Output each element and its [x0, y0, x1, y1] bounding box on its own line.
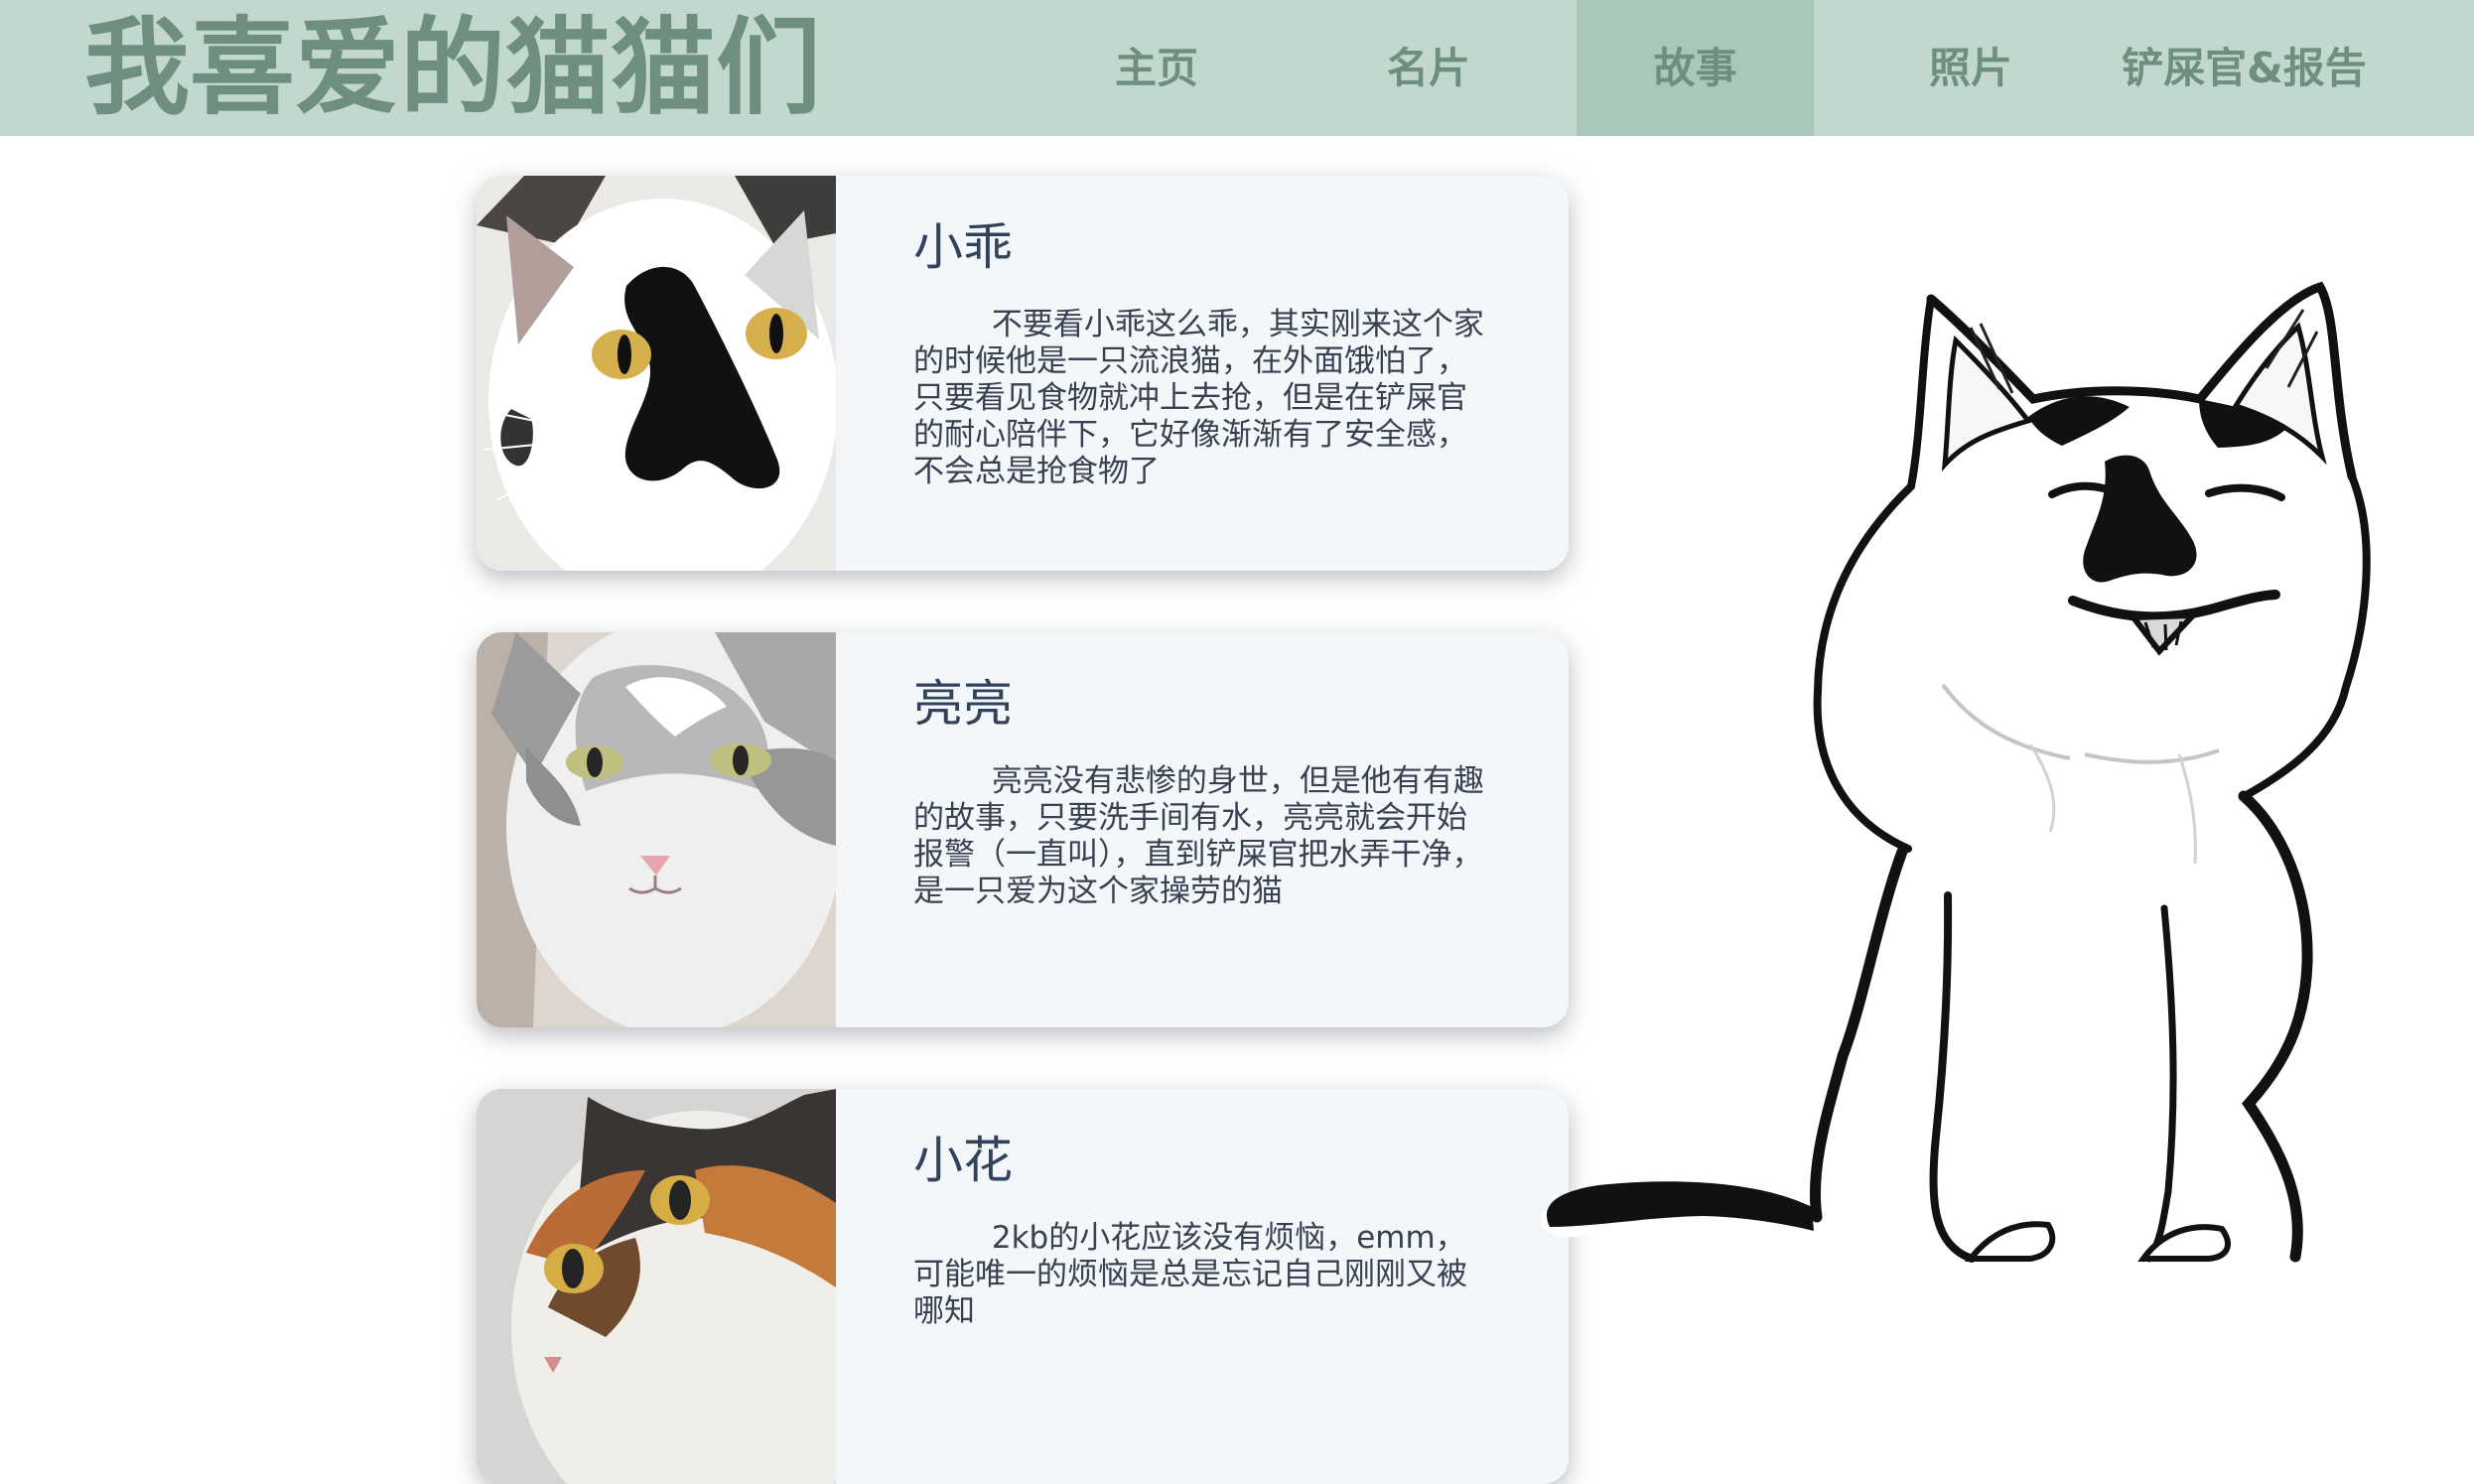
cat-story-card-xiaoguai: 小乖 不要看小乖这么乖，其实刚来这个家的时候他是一只流浪猫，在外面饿怕了，只要看…: [477, 176, 1569, 571]
cat-story-card-liangliang: 亮亮 亮亮没有悲惨的身世，但是他有有趣的故事，只要洗手间有水，亮亮就会开始报警（…: [477, 632, 1569, 1027]
cat-story-liangliang: 亮亮没有悲惨的身世，但是他有有趣的故事，只要洗手间有水，亮亮就会开始报警（一直叫…: [913, 763, 1484, 909]
nav-stories[interactable]: 故事: [1577, 0, 1814, 136]
cat-name-liangliang: 亮亮: [913, 675, 1013, 733]
nav-photos[interactable]: 照片: [1896, 0, 2045, 136]
nav-home[interactable]: 主页: [1082, 0, 1231, 136]
gray-white-cat-photo-icon: [477, 632, 836, 1027]
cat-story-xiaohua: 2kb的小花应该没有烦恼，emm，可能唯一的烦恼是总是忘记自己刚刚又被哪知: [913, 1220, 1467, 1329]
smiling-cat-illustration-icon: [1534, 268, 2432, 1298]
top-navigation-bar: 我喜爱的猫猫们 主页 名片 故事 照片 铲屎官&报告: [0, 0, 2474, 136]
cat-story-xiaoguai: 不要看小乖这么乖，其实刚来这个家的时候他是一只流浪猫，在外面饿怕了，只要看见食物…: [913, 307, 1484, 489]
nav-owner-report[interactable]: 铲屎官&报告: [2118, 0, 2371, 136]
cat-name-xiaohua: 小花: [913, 1132, 1013, 1189]
black-white-cat-photo-icon: [477, 176, 836, 571]
nav-cards[interactable]: 名片: [1354, 0, 1503, 136]
cat-name-xiaoguai: 小乖: [913, 218, 1013, 276]
calico-cat-photo-icon: [477, 1089, 836, 1484]
cat-story-card-xiaohua: 小花 2kb的小花应该没有烦恼，emm，可能唯一的烦恼是总是忘记自己刚刚又被哪知: [477, 1089, 1569, 1484]
site-title: 我喜爱的猫猫们: [84, 7, 821, 129]
